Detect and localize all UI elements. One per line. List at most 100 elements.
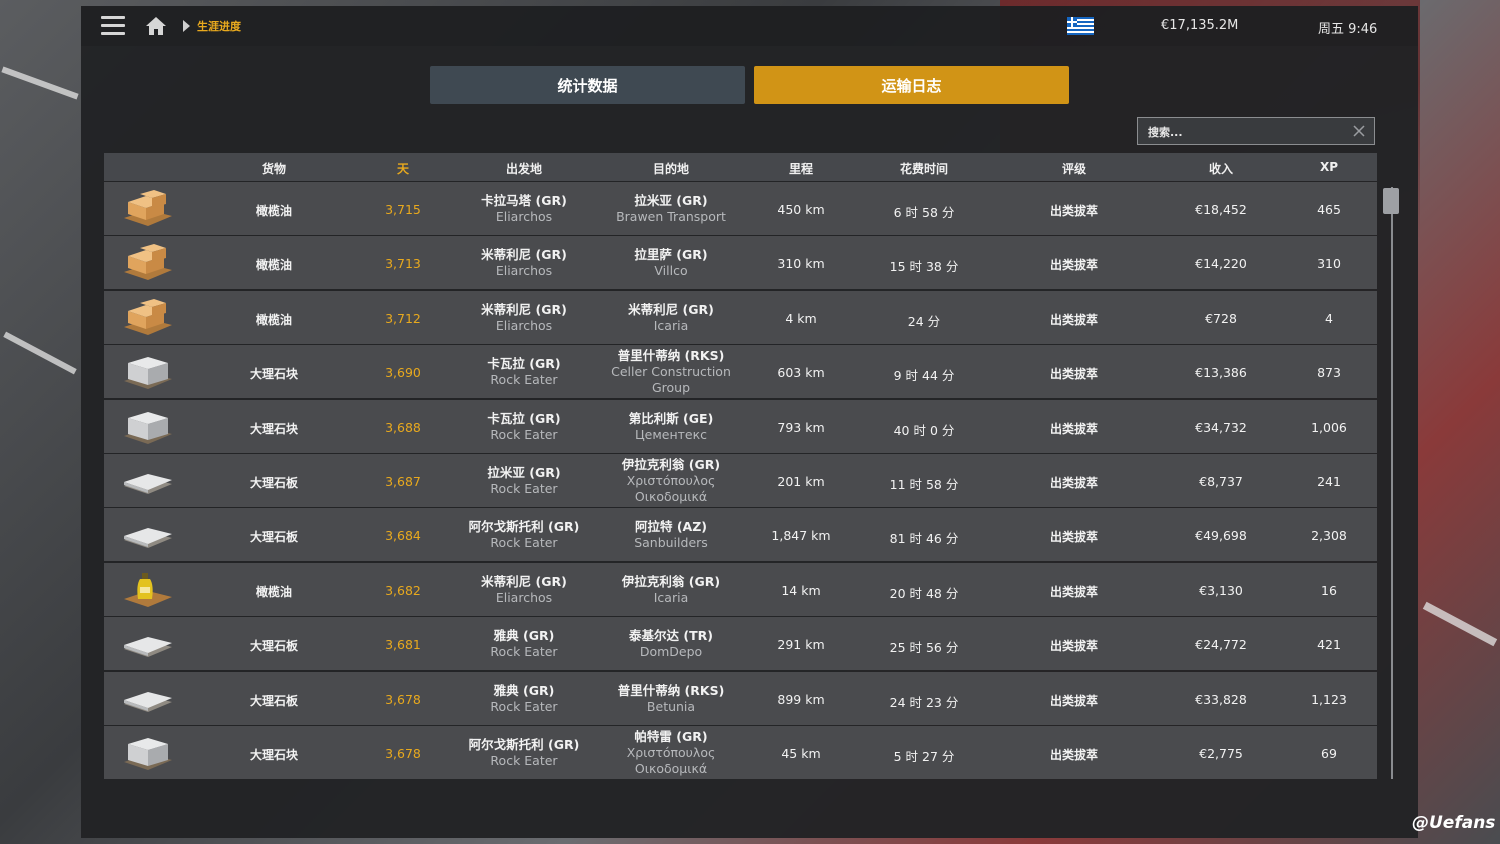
destination-city: 伊拉克利翁 (GR) bbox=[621, 457, 721, 472]
table-row[interactable]: 大理石块 3,678 阿尔戈斯托利 (GR) Rock Eater 帕特雷 (G… bbox=[104, 726, 1377, 779]
table-row[interactable]: 大理石板 3,687 拉米亚 (GR) Rock Eater 伊拉克利翁 (GR… bbox=[104, 454, 1377, 507]
destination-cell: 伊拉克利翁 (GR) Χριστόπουλος Οικοδομικά bbox=[596, 457, 746, 505]
greece-flag-icon bbox=[1067, 17, 1094, 35]
xp-value: 465 bbox=[1317, 202, 1341, 217]
game-clock: 周五 9:46 bbox=[1318, 22, 1378, 37]
distance-value: 1,847 km bbox=[771, 528, 831, 544]
tab-statistics[interactable]: 统计数据 bbox=[430, 66, 745, 104]
search-box[interactable] bbox=[1137, 117, 1375, 145]
destination-city: 米蒂利尼 (GR) bbox=[628, 301, 714, 317]
cargo-name: 大理石板 bbox=[249, 530, 298, 545]
origin-city: 雅典 (GR) bbox=[493, 682, 555, 698]
column-header-distance[interactable]: 里程 bbox=[776, 160, 826, 177]
breadcrumb[interactable]: 生涯进度 bbox=[197, 18, 241, 34]
rating-value: 出类拔萃 bbox=[1049, 258, 1098, 273]
column-header-day[interactable]: 天 bbox=[388, 160, 418, 177]
rating-value: 出类拔萃 bbox=[1049, 367, 1098, 382]
table-header: 货物 天 出发地 目的地 里程 花费时间 评级 收入 XP bbox=[104, 153, 1377, 181]
origin-cell: 阿尔戈斯托利 (GR) Rock Eater bbox=[449, 519, 599, 551]
origin-cell: 阿尔戈斯托利 (GR) Rock Eater bbox=[449, 737, 599, 769]
destination-cell: 第比利斯 (GE) Цементекс bbox=[596, 411, 746, 443]
column-header-time[interactable]: 花费时间 bbox=[884, 160, 964, 177]
search-input[interactable] bbox=[1146, 123, 1350, 141]
cargo-name: 橄榄油 bbox=[255, 204, 292, 218]
rating-value: 出类拔萃 bbox=[1049, 476, 1098, 490]
table-row[interactable]: 大理石块 3,688 卡瓦拉 (GR) Rock Eater 第比利斯 (GE)… bbox=[104, 399, 1377, 453]
crate-pallet-icon bbox=[124, 298, 172, 335]
day-value: 3,712 bbox=[385, 310, 421, 326]
scrollbar-track[interactable] bbox=[1391, 187, 1393, 779]
destination-city: 拉里萨 (GR) bbox=[634, 247, 708, 263]
xp-value: 1,006 bbox=[1311, 419, 1347, 435]
income-value: €18,452 bbox=[1195, 202, 1247, 217]
column-header-destination[interactable]: 目的地 bbox=[631, 160, 711, 177]
hamburger-menu-icon[interactable] bbox=[101, 16, 125, 36]
table-row[interactable]: 大理石板 3,684 阿尔戈斯托利 (GR) Rock Eater 阿拉特 (A… bbox=[104, 508, 1377, 562]
table-row[interactable]: 大理石板 3,681 雅典 (GR) Rock Eater 泰基尔达 (TR) … bbox=[104, 617, 1377, 671]
time-value: 20 时 48 分 bbox=[889, 585, 959, 601]
cargo-name: 大理石板 bbox=[249, 693, 298, 708]
breadcrumb-arrow-icon bbox=[183, 20, 190, 32]
time-value: 11 时 58 分 bbox=[889, 477, 959, 492]
income-value: €8,737 bbox=[1199, 474, 1243, 489]
origin-city: 卡拉马塔 (GR) bbox=[481, 193, 567, 208]
column-header-rating[interactable]: 评级 bbox=[1044, 160, 1104, 177]
origin-company: Rock Eater bbox=[490, 535, 558, 551]
xp-value: 1,123 bbox=[1311, 691, 1347, 707]
destination-city: 帕特雷 (GR) bbox=[634, 729, 708, 744]
column-header-origin[interactable]: 出发地 bbox=[484, 160, 564, 177]
cargo-name: 橄榄油 bbox=[255, 258, 292, 273]
marble-block-icon bbox=[124, 738, 172, 770]
money-display: €17,135.2M bbox=[1161, 18, 1239, 33]
rating-value: 出类拔萃 bbox=[1049, 204, 1098, 218]
table-row[interactable]: 橄榄油 3,682 米蒂利尼 (GR) Eliarchos 伊拉克利翁 (GR)… bbox=[104, 562, 1377, 616]
table-row[interactable]: 橄榄油 3,713 米蒂利尼 (GR) Eliarchos 拉里萨 (GR) V… bbox=[104, 236, 1377, 290]
cargo-name: 大理石块 bbox=[249, 421, 298, 436]
destination-company: DomDepo bbox=[639, 644, 703, 660]
time-value: 9 时 44 分 bbox=[893, 368, 955, 384]
day-value: 3,715 bbox=[385, 202, 421, 217]
distance-value: 310 km bbox=[777, 256, 825, 272]
day-value: 3,678 bbox=[385, 691, 421, 707]
scrollbar-thumb[interactable] bbox=[1383, 188, 1399, 214]
tab-delivery-log[interactable]: 运输日志 bbox=[754, 66, 1069, 104]
column-header-cargo[interactable]: 货物 bbox=[254, 160, 294, 177]
destination-city: 普里什蒂纳 (RKS) bbox=[617, 682, 725, 698]
origin-cell: 米蒂利尼 (GR) Eliarchos bbox=[449, 574, 599, 606]
origin-company: Eliarchos bbox=[495, 263, 553, 279]
table-row[interactable]: 大理石块 3,690 卡瓦拉 (GR) Rock Eater 普里什蒂纳 (RK… bbox=[104, 345, 1377, 399]
close-icon[interactable] bbox=[1352, 124, 1366, 138]
table-row[interactable]: 橄榄油 3,715 卡拉马塔 (GR) Eliarchos 拉米亚 (GR) B… bbox=[104, 182, 1377, 235]
destination-company: Χριστόπουλος Οικοδομικά bbox=[626, 745, 716, 776]
home-icon[interactable] bbox=[145, 15, 167, 37]
rating-value: 出类拔萃 bbox=[1049, 639, 1098, 654]
background-stripe bbox=[3, 331, 77, 375]
distance-value: 201 km bbox=[777, 474, 825, 489]
background-stripe bbox=[1422, 601, 1498, 647]
top-bar: 生涯进度 €17,135.2M 周五 9:46 bbox=[81, 6, 1418, 46]
distance-value: 14 km bbox=[781, 582, 821, 598]
rating-value: 出类拔萃 bbox=[1049, 748, 1098, 762]
table-row[interactable]: 橄榄油 3,712 米蒂利尼 (GR) Eliarchos 米蒂利尼 (GR) … bbox=[104, 290, 1377, 344]
origin-cell: 雅典 (GR) Rock Eater bbox=[449, 628, 599, 660]
rating-value: 出类拔萃 bbox=[1049, 530, 1098, 545]
origin-city: 米蒂利尼 (GR) bbox=[481, 247, 567, 263]
rating-value: 出类拔萃 bbox=[1049, 584, 1098, 599]
marble-slab-icon bbox=[124, 637, 172, 658]
day-value: 3,678 bbox=[385, 746, 421, 761]
origin-company: Rock Eater bbox=[490, 372, 558, 388]
time-value: 6 时 58 分 bbox=[893, 205, 955, 220]
destination-cell: 泰基尔达 (TR) DomDepo bbox=[596, 628, 746, 660]
origin-city: 拉米亚 (GR) bbox=[487, 465, 561, 480]
income-value: €2,775 bbox=[1199, 746, 1243, 761]
xp-value: 241 bbox=[1317, 474, 1341, 489]
column-header-xp[interactable]: XP bbox=[1309, 160, 1349, 174]
day-value: 3,688 bbox=[385, 419, 421, 435]
column-header-income[interactable]: 收入 bbox=[1191, 160, 1251, 177]
rating-value: 出类拔萃 bbox=[1049, 312, 1098, 327]
origin-city: 卡瓦拉 (GR) bbox=[487, 410, 561, 426]
income-value: €14,220 bbox=[1195, 256, 1247, 272]
table-row[interactable]: 大理石板 3,678 雅典 (GR) Rock Eater 普里什蒂纳 (RKS… bbox=[104, 671, 1377, 725]
destination-cell: 阿拉特 (AZ) Sanbuilders bbox=[596, 519, 746, 551]
origin-cell: 拉米亚 (GR) Rock Eater bbox=[449, 465, 599, 497]
